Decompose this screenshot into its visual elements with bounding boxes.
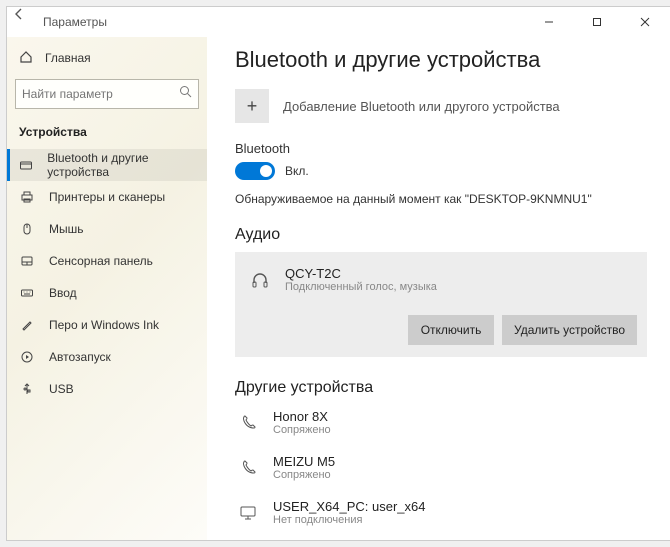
home-icon [19, 50, 33, 67]
device-row[interactable]: MEIZU M5 Сопряжено [235, 450, 647, 485]
device-name: Honor 8X [273, 409, 331, 424]
audio-device-card[interactable]: QCY-T2C Подключенный голос, музыка Отклю… [235, 252, 647, 357]
pen-icon [19, 317, 35, 333]
sidebar-item-usb[interactable]: USB [7, 373, 207, 405]
search-field[interactable] [22, 87, 179, 101]
monitor-icon [237, 504, 259, 522]
home-link[interactable]: Главная [7, 41, 207, 75]
audio-heading: Аудио [235, 226, 647, 244]
sidebar-item-label: USB [49, 382, 74, 396]
sidebar-item-label: Принтеры и сканеры [49, 190, 165, 204]
plus-icon: + [235, 89, 269, 123]
other-devices-heading: Другие устройства [235, 379, 647, 397]
phone-icon [237, 459, 259, 477]
device-name: MEIZU M5 [273, 454, 335, 469]
window-title: Параметры [43, 15, 107, 29]
back-icon[interactable] [12, 7, 26, 26]
device-row[interactable]: USER_X64_PC: user_x64 Нет подключения [235, 495, 647, 530]
printer-icon [19, 189, 35, 205]
settings-window: Параметры Главная Устройства [6, 6, 670, 541]
device-row[interactable]: Honor 8X Сопряжено [235, 405, 647, 440]
headphones-icon [249, 270, 271, 290]
bluetooth-state: Вкл. [285, 164, 309, 178]
search-icon [179, 85, 192, 103]
audio-device-sub: Подключенный голос, музыка [285, 281, 437, 293]
remove-device-button[interactable]: Удалить устройство [502, 315, 637, 345]
bluetooth-section-label: Bluetooth [235, 141, 647, 156]
bluetooth-icon [19, 157, 33, 173]
sidebar-item-mouse[interactable]: Мышь [7, 213, 207, 245]
usb-icon [19, 381, 35, 397]
keyboard-icon [19, 285, 35, 301]
sidebar-item-touchpad[interactable]: Сенсорная панель [7, 245, 207, 277]
phone-icon [237, 414, 259, 432]
disconnect-button[interactable]: Отключить [408, 315, 494, 345]
main-content: Bluetooth и другие устройства + Добавлен… [207, 37, 670, 540]
sidebar-item-printers[interactable]: Принтеры и сканеры [7, 181, 207, 213]
sidebar-item-label: Перо и Windows Ink [49, 318, 159, 332]
maximize-button[interactable] [575, 8, 619, 36]
sidebar-item-autoplay[interactable]: Автозапуск [7, 341, 207, 373]
sidebar-item-label: Ввод [49, 286, 77, 300]
sidebar-item-label: Bluetooth и другие устройства [47, 151, 195, 179]
autoplay-icon [19, 349, 35, 365]
close-button[interactable] [623, 8, 667, 36]
add-device-label: Добавление Bluetooth или другого устройс… [283, 99, 560, 114]
audio-device-name: QCY-T2C [285, 266, 437, 281]
device-sub: Сопряжено [273, 424, 331, 436]
discoverable-text: Обнаруживаемое на данный момент как "DES… [235, 192, 647, 206]
sidebar-item-bluetooth[interactable]: Bluetooth и другие устройства [7, 149, 207, 181]
touchpad-icon [19, 253, 35, 269]
bluetooth-toggle[interactable] [235, 162, 275, 180]
add-device-row[interactable]: + Добавление Bluetooth или другого устро… [235, 89, 647, 123]
sidebar-item-typing[interactable]: Ввод [7, 277, 207, 309]
sidebar-item-label: Сенсорная панель [49, 254, 153, 268]
device-sub: Сопряжено [273, 469, 335, 481]
titlebar: Параметры [7, 7, 670, 37]
minimize-button[interactable] [527, 8, 571, 36]
page-title: Bluetooth и другие устройства [235, 47, 647, 73]
home-label: Главная [45, 51, 91, 65]
sidebar-item-label: Автозапуск [49, 350, 111, 364]
sidebar: Главная Устройства Bluetooth и другие ус… [7, 37, 207, 540]
sidebar-item-pen[interactable]: Перо и Windows Ink [7, 309, 207, 341]
device-sub: Нет подключения [273, 514, 425, 526]
category-title: Устройства [7, 119, 207, 149]
search-input[interactable] [15, 79, 199, 109]
sidebar-item-label: Мышь [49, 222, 84, 236]
mouse-icon [19, 221, 35, 237]
device-name: USER_X64_PC: user_x64 [273, 499, 425, 514]
